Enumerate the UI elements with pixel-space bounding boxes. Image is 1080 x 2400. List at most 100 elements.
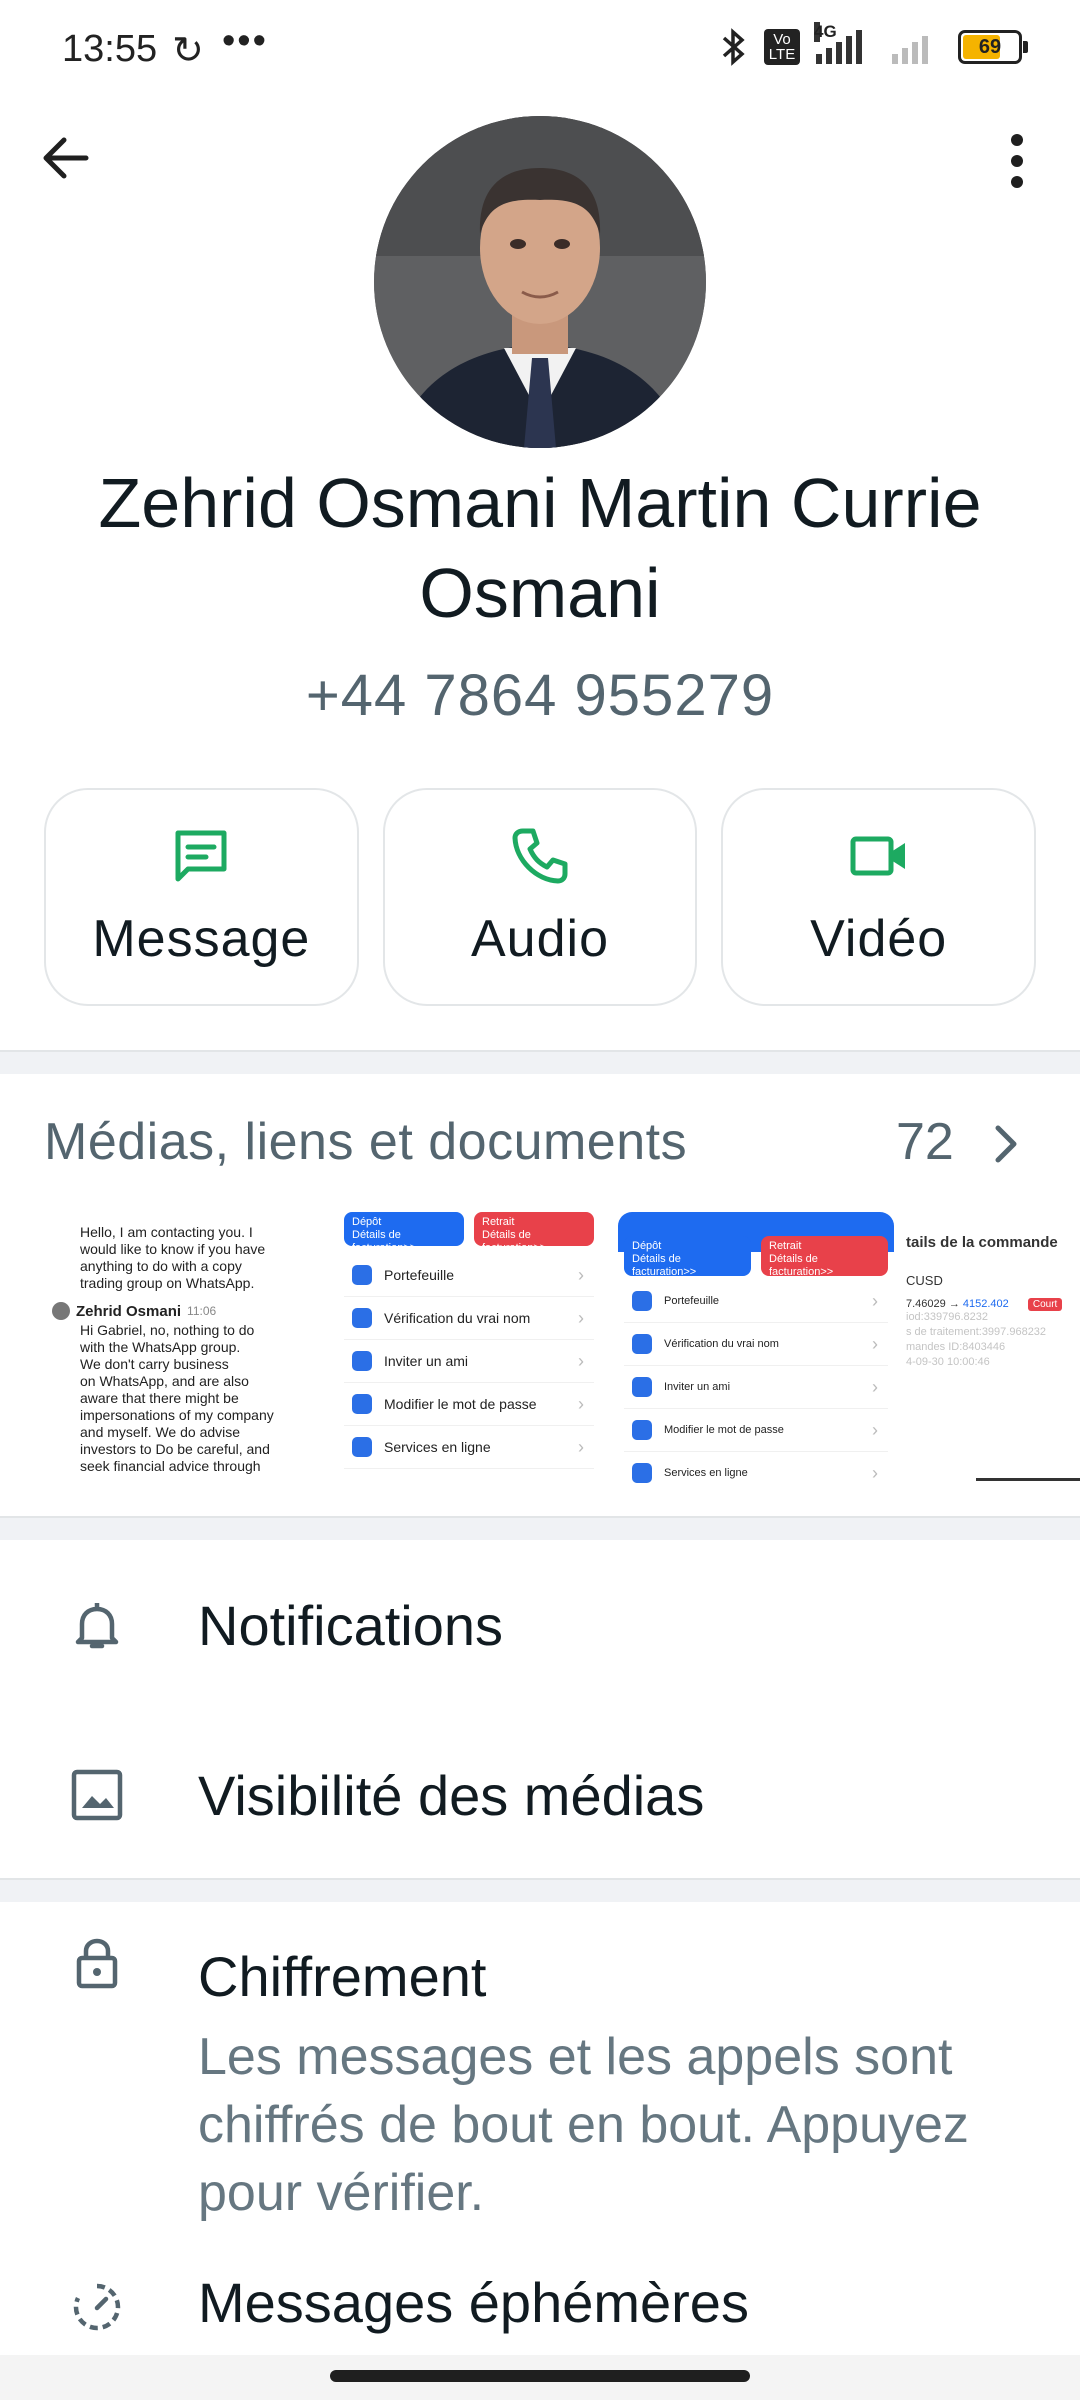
back-button[interactable] [36,128,96,188]
chevron-icon: › [578,1307,584,1328]
section-divider [0,1878,1080,1902]
audio-button-label: Audio [471,910,609,968]
chat-msg-1: Hello, I am contacting you. I would like… [80,1224,318,1292]
contact-name: Zehrid Osmani Martin Currie Osmani [98,464,982,632]
lock-icon [632,1420,652,1440]
status-bar: 13:55 ↻ ••• Vo LTE 4G 69 [0,0,1080,105]
lock-icon [76,1938,118,1989]
battery-icon: 69 [958,30,1028,64]
more-options-button[interactable] [990,128,1044,194]
menu-item: Services en ligne › [344,1426,594,1469]
media-thumb-chat[interactable]: Hello, I am contacting you. I would like… [40,1212,318,1488]
deposit-tile: Dépôt Détails de facturation>> [624,1236,751,1278]
chat-msg-2: Hi Gabriel, no, nothing to do with the W… [80,1322,318,1475]
ephemeral-messages-row[interactable]: Messages éphémères [0,2230,1080,2355]
menu-label: Portefeuille [664,1295,720,1307]
video-icon [850,836,905,876]
chat-line: seek financial advice through [80,1458,261,1474]
arrow-left-icon [43,137,89,179]
media-thumb-order[interactable]: tails de la commande CUSD 7.46029 → 4152… [906,1212,1080,1488]
withdraw-label: Retrait [482,1216,515,1228]
media-visibility-row[interactable]: Visibilité des médias [0,1708,1080,1878]
sync-icon: ↻ [172,30,204,72]
wallet-icon [352,1265,372,1285]
media-thumb-app-1[interactable]: Dépôt Détails de facturation>> Retrait Dét… [338,1212,600,1488]
order-currency: CUSD [906,1273,943,1288]
chevron-icon: › [578,1436,584,1457]
sender-time: 11:06 [187,1303,217,1318]
withdraw-tile: Retrait Détails de facturation>> [474,1212,594,1254]
network-type: 4G [814,22,837,42]
deposit-withdraw-row: Dépôt Détails de facturation>> Retrait Dét… [618,1236,894,1278]
message-button[interactable]: Message [44,788,359,1006]
menu-label: Modifier le mot de passe [664,1424,784,1436]
deposit-withdraw-row: Dépôt Détails de facturation>> Retrait Dét… [338,1212,600,1254]
chevron-icon: › [872,1462,878,1483]
media-count: 72 [896,1113,954,1171]
section-divider [0,1050,1080,1074]
order-title: tails de la commande [906,1234,1058,1251]
invoice-label: Détails de facturation>> [632,1253,697,1278]
more-vertical-icon [1011,134,1023,188]
chevron-icon: › [578,1350,584,1371]
withdraw-tile: Retrait Détails de facturation>> [761,1236,888,1278]
order-line: mandes ID:8403446 [906,1341,1006,1353]
notifications-label: Notifications [198,1594,504,1657]
deposit-label: Dépôt [352,1216,382,1228]
chat-line: anything to do with a copy [80,1258,242,1274]
section-divider [0,1516,1080,1540]
status-indicators: Vo LTE 4G 69 [718,22,1028,66]
video-button-label: Vidéo [810,910,948,968]
menu-label: Services en ligne [384,1439,491,1455]
chat-sender: Zehrid Osmani 11:06 [52,1302,318,1320]
order-rate: 7.46029 → 4152.402 Court [906,1298,1080,1311]
timer-icon [73,2283,121,2331]
menu-item: Vérification du vrai nom › [624,1323,888,1366]
chat-line: Hi Gabriel, no, nothing to do [80,1322,255,1338]
deposit-tile: Dépôt Détails de facturation>> [344,1212,464,1254]
audio-call-button[interactable]: Audio [382,788,698,1006]
menu-label: Portefeuille [384,1267,455,1283]
chat-line: trading group on WhatsApp. [80,1275,255,1291]
chevron-right-icon[interactable] [988,1122,1024,1166]
more-notifications-icon: ••• [222,20,268,62]
contact-avatar[interactable] [374,116,706,448]
menu-item: Inviter un ami › [624,1366,888,1409]
order-line: s de traitement:3997.968232 [906,1326,1047,1338]
invoice-label: Détails de facturation>> [352,1229,417,1254]
order-tag: Court [1027,1298,1063,1311]
menu-label: Modifier le mot de passe [384,1396,537,1412]
menu-label: Vérification du vrai nom [384,1310,531,1326]
battery-level: 69 [978,35,1002,58]
menu-item: Portefeuille › [624,1280,888,1323]
rate-from: 7.46029 [906,1298,946,1310]
chat-icon [352,1437,372,1457]
profile-photo [374,116,706,448]
chevron-icon: › [872,1333,878,1354]
chat-line: would like to know if you have [80,1241,266,1257]
withdraw-label: Retrait [769,1240,802,1252]
menu-item: Portefeuille › [344,1254,594,1297]
menu-label: Inviter un ami [664,1381,731,1393]
video-call-button[interactable]: Vidéo [721,788,1037,1006]
invoice-label: Détails de facturation>> [769,1253,834,1278]
lock-icon [352,1394,372,1414]
notifications-row[interactable]: Notifications [0,1538,1080,1708]
encryption-label: Chiffrement [198,1945,487,2008]
chevron-icon: › [578,1393,584,1414]
volte-badge: Vo LTE [764,29,800,65]
signal-4g-icon: 4G [814,22,876,64]
wallet-icon [632,1291,652,1311]
status-time: 13:55 [62,28,158,70]
media-thumb-app-2[interactable]: Dépôt Détails de facturation>> Retrait Dét… [618,1212,894,1488]
deposit-label: Dépôt [632,1240,662,1252]
chat-line: We don't carry business [80,1356,229,1372]
user-add-icon [632,1377,652,1397]
home-indicator[interactable] [330,2370,750,2382]
encryption-description: Les messages et les appels sont chiffrés… [198,2028,969,2222]
menu-item: Modifier le mot de passe › [344,1383,594,1426]
thumb-divider [976,1478,1080,1481]
order-line: iod:339796.8232 [906,1311,988,1323]
menu-item: Inviter un ami › [344,1340,594,1383]
chevron-icon: › [578,1264,584,1285]
